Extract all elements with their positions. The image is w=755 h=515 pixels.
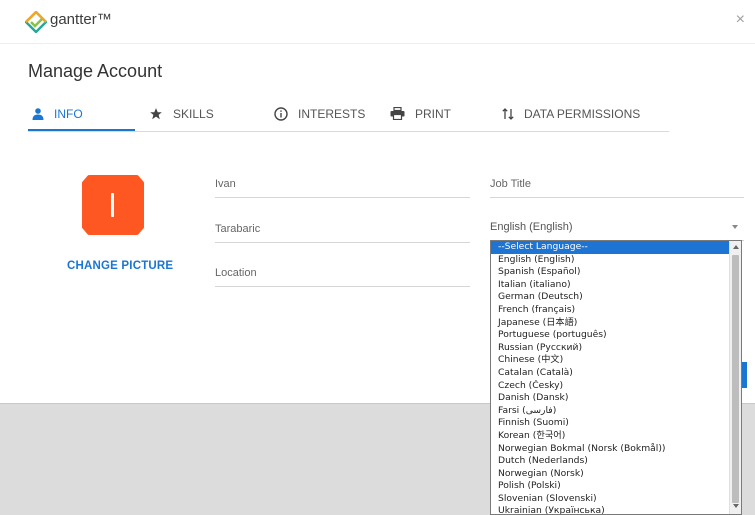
language-option[interactable]: German (Deutsch) <box>491 291 729 304</box>
first-name-field[interactable]: Ivan <box>215 172 470 198</box>
change-picture-button[interactable]: CHANGE PICTURE <box>67 260 173 272</box>
tab-bar: INFO SKILLS INTERESTS PRINT DATA PERMISS… <box>28 96 669 132</box>
scroll-up-icon[interactable] <box>733 245 739 249</box>
first-name-value: Ivan <box>215 178 236 190</box>
language-option[interactable]: Ukrainian (Українська) <box>491 505 729 514</box>
active-tab-indicator <box>28 129 135 131</box>
scroll-down-icon[interactable] <box>733 504 739 508</box>
sort-arrows-icon <box>502 107 514 120</box>
language-option[interactable]: Czech (Česky) <box>491 380 729 393</box>
language-select[interactable]: English (English) <box>490 215 744 241</box>
job-title-field[interactable]: Job Title <box>490 172 744 198</box>
tab-skills-label: SKILLS <box>173 106 214 121</box>
brand-name: gantter™ <box>50 11 112 28</box>
close-icon[interactable]: × <box>736 12 745 28</box>
tab-print-label: PRINT <box>415 106 451 121</box>
language-option[interactable]: Chinese (中文) <box>491 354 729 367</box>
tab-interests[interactable]: INTERESTS <box>274 96 365 131</box>
dropdown-scrollbar[interactable] <box>729 241 741 514</box>
language-option[interactable]: English (English) <box>491 254 729 267</box>
language-option[interactable]: Finnish (Suomi) <box>491 417 729 430</box>
language-option[interactable]: Slovenian (Slovenski) <box>491 493 729 506</box>
language-options: --Select Language-- English (English) Span… <box>491 241 729 514</box>
language-option[interactable]: French (français) <box>491 304 729 317</box>
tab-print[interactable]: PRINT <box>390 96 451 131</box>
person-icon <box>32 107 44 120</box>
top-bar: gantter™ × <box>0 0 755 44</box>
tab-interests-label: INTERESTS <box>298 106 366 121</box>
last-name-value: Tarabaric <box>215 223 261 235</box>
save-button-edge[interactable] <box>742 362 747 388</box>
language-option[interactable]: Italian (italiano) <box>491 279 729 292</box>
star-icon <box>150 107 162 119</box>
language-option[interactable]: Dutch (Nederlands) <box>491 455 729 468</box>
language-option[interactable]: Japanese (日本語) <box>491 317 729 330</box>
tab-info-label: INFO <box>54 106 83 121</box>
language-option[interactable]: --Select Language-- <box>491 241 729 254</box>
language-option[interactable]: Polish (Polski) <box>491 480 729 493</box>
printer-icon <box>390 107 405 120</box>
location-placeholder: Location <box>215 267 257 279</box>
gantter-logo-icon <box>25 11 47 33</box>
avatar[interactable] <box>82 175 144 235</box>
tab-data-permissions[interactable]: DATA PERMISSIONS <box>502 96 640 131</box>
chevron-down-icon <box>732 225 738 229</box>
language-option[interactable]: Spanish (Español) <box>491 266 729 279</box>
job-title-placeholder: Job Title <box>490 178 531 190</box>
info-icon <box>274 106 288 121</box>
tab-data-permissions-label: DATA PERMISSIONS <box>524 106 641 121</box>
language-option[interactable]: Russian (Русский) <box>491 342 729 355</box>
location-field[interactable]: Location <box>215 261 470 287</box>
language-option[interactable]: Farsi (فارسی) <box>491 405 729 418</box>
avatar-letter-i <box>111 193 114 217</box>
language-option[interactable]: Korean (한국어) <box>491 430 729 443</box>
language-dropdown-list[interactable]: --Select Language-- English (English) Span… <box>490 240 742 515</box>
language-option[interactable]: Norwegian (Norsk) <box>491 468 729 481</box>
scroll-thumb[interactable] <box>732 255 739 503</box>
language-option[interactable]: Danish (Dansk) <box>491 392 729 405</box>
tab-info[interactable]: INFO <box>28 96 135 131</box>
language-selected-value: English (English) <box>490 221 573 233</box>
language-option[interactable]: Portuguese (português) <box>491 329 729 342</box>
language-option[interactable]: Norwegian Bokmal (Norsk (Bokmål)) <box>491 443 729 456</box>
last-name-field[interactable]: Tarabaric <box>215 217 470 243</box>
language-option[interactable]: Catalan (Català) <box>491 367 729 380</box>
tab-skills[interactable]: SKILLS <box>149 96 214 131</box>
page-title: Manage Account <box>28 61 163 81</box>
